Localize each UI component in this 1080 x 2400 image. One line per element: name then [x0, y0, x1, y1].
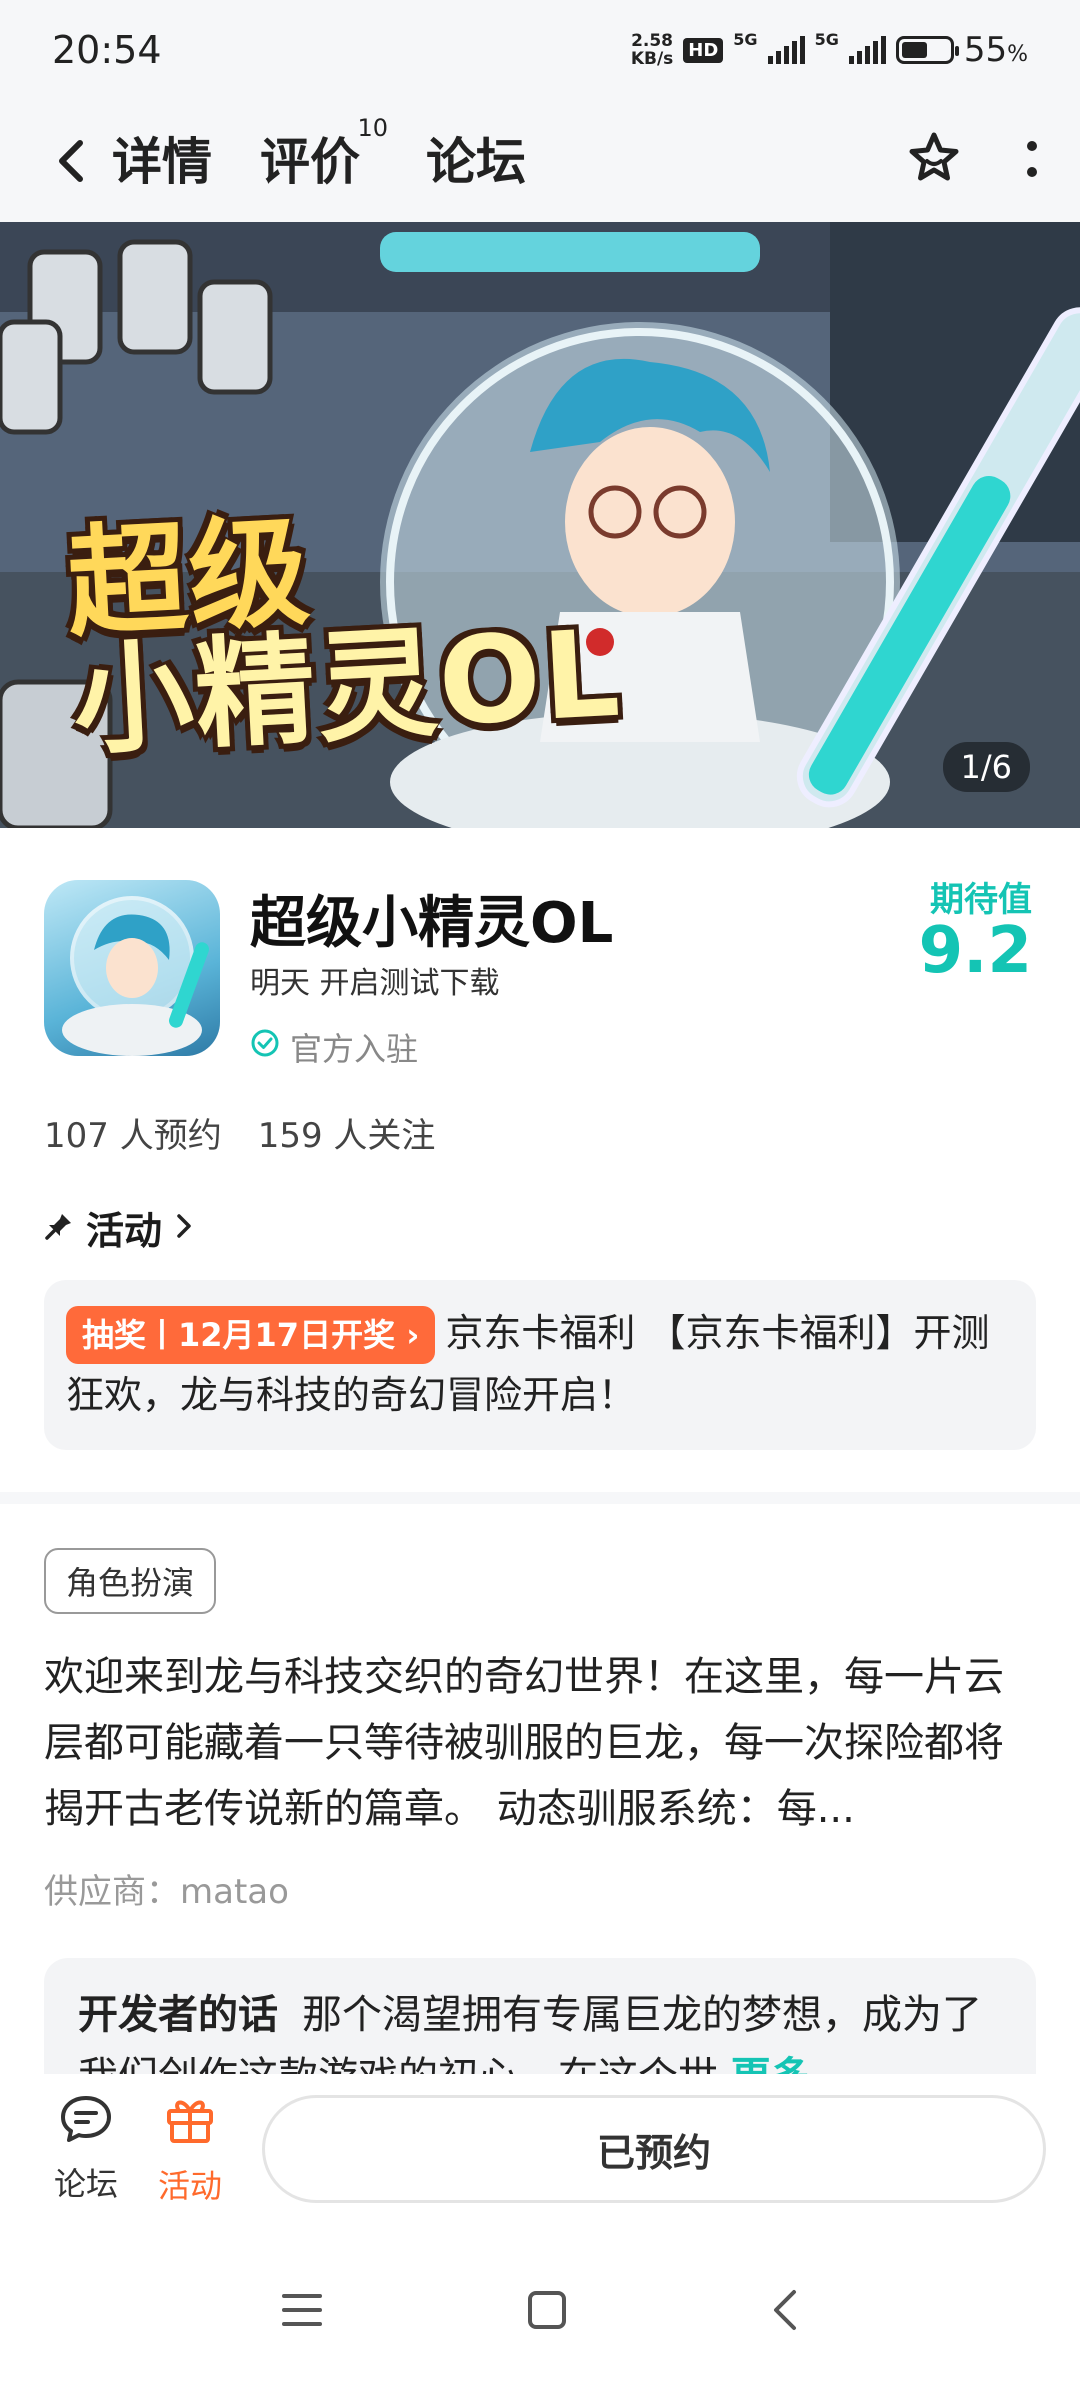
more-options-icon[interactable] — [1024, 134, 1040, 188]
genre-tag[interactable]: 角色扮演 — [44, 1548, 217, 1614]
forum-button[interactable]: 论坛 — [34, 2093, 138, 2205]
status-bar: 20:54 2.58 KB/s HD 5G 5G 55% — [0, 0, 1080, 100]
activity-label: 活动 — [157, 2167, 222, 2205]
bottom-action-bar: 论坛 活动 已预约 — [0, 2074, 1080, 2224]
tab-forum[interactable]: 论坛 — [426, 122, 526, 200]
tab-reviews[interactable]: 评价 10 — [260, 114, 388, 200]
signal-strength-icon — [767, 36, 805, 64]
activity-section-header[interactable]: 活动 — [44, 1200, 194, 1255]
carousel-page-indicator: 1/6 — [942, 742, 1030, 792]
favorite-star-icon[interactable] — [904, 129, 964, 193]
lottery-tag[interactable]: 抽奖丨12月17日开奖 › — [66, 1306, 436, 1364]
status-indicators: 2.58 KB/s HD 5G 5G 55% — [631, 30, 1028, 70]
menu-icon[interactable] — [280, 2290, 324, 2334]
app-info-card: 超级小精灵OL 明天 开启测试下载 官方入驻 期待值 9.2 107 人预约 1… — [0, 828, 1080, 1492]
system-back-icon[interactable] — [770, 2288, 800, 2336]
home-icon[interactable] — [525, 2288, 569, 2336]
official-label: 官方入驻 — [290, 1030, 419, 1068]
tab-details[interactable]: 详情 — [110, 122, 214, 200]
activity-heading: 活动 — [86, 1209, 163, 1253]
app-icon — [44, 880, 220, 1056]
net-speed-value: 2.58 — [631, 31, 674, 51]
banner-game-logo: 超级 小精灵OL — [63, 502, 625, 773]
reservation-count: 107 人预约 — [44, 1116, 222, 1156]
status-time: 20:54 — [52, 28, 162, 72]
developer-note[interactable]: 开发者的话那个渴望拥有专属巨龙的梦想，成为了我们创作这款游戏的初心。在这个世 更… — [44, 1958, 1036, 2074]
battery-icon — [895, 36, 959, 64]
official-badge: 官方入驻 — [250, 1024, 418, 1070]
reserved-button[interactable]: 已预约 — [262, 2095, 1046, 2203]
net-speed: 2.58 KB/s — [631, 32, 673, 68]
expectation-score: 9.2 — [918, 914, 1032, 988]
sim1-network-label: 5G — [733, 30, 758, 49]
follower-count: 159 人关注 — [257, 1116, 436, 1156]
battery-percent: 55% — [963, 30, 1028, 70]
hd-voice-icon: HD — [683, 37, 724, 63]
app-stats: 107 人预约 159 人关注 — [44, 1108, 435, 1157]
tab-bar: 详情 评价 10 论坛 — [110, 114, 526, 200]
pin-icon — [44, 1206, 74, 1250]
back-arrow-icon[interactable] — [40, 131, 100, 191]
app-name: 超级小精灵OL — [250, 891, 614, 956]
activity-button[interactable]: 活动 — [138, 2091, 242, 2207]
signal-strength-icon — [848, 36, 886, 64]
chevron-right-icon — [174, 1206, 194, 1250]
system-navigation-bar — [0, 2224, 1080, 2400]
developer-note-title: 开发者的话 — [78, 1992, 278, 2038]
chat-bubble-icon — [58, 2093, 114, 2153]
event-banner[interactable]: 抽奖丨12月17日开奖 › 京东卡福利 【京东卡福利】开测狂欢，龙与科技的奇幻冒险… — [44, 1280, 1036, 1450]
supplier-info: 供应商：matao — [44, 1872, 289, 1912]
top-nav-bar: 详情 评价 10 论坛 — [0, 100, 1080, 222]
game-description[interactable]: 欢迎来到龙与科技交织的奇幻世界！在这里，每一片云层都可能藏着一只等待被驯服的巨龙… — [44, 1644, 1038, 1842]
gift-icon — [162, 2091, 218, 2155]
forum-label: 论坛 — [53, 2165, 118, 2203]
screenshot-carousel[interactable]: 超级 小精灵OL 1/6 — [0, 222, 1080, 828]
description-card: 角色扮演 欢迎来到龙与科技交织的奇幻世界！在这里，每一片云层都可能藏着一只等待被… — [0, 1504, 1080, 2074]
verified-check-icon — [250, 1028, 280, 1066]
sim2-network-label: 5G — [814, 30, 839, 49]
release-info: 明天 开启测试下载 — [250, 966, 500, 1001]
more-link[interactable]: 更多 — [731, 2054, 811, 2074]
reviews-count-badge: 10 — [357, 114, 388, 142]
net-speed-unit: KB/s — [630, 49, 674, 69]
